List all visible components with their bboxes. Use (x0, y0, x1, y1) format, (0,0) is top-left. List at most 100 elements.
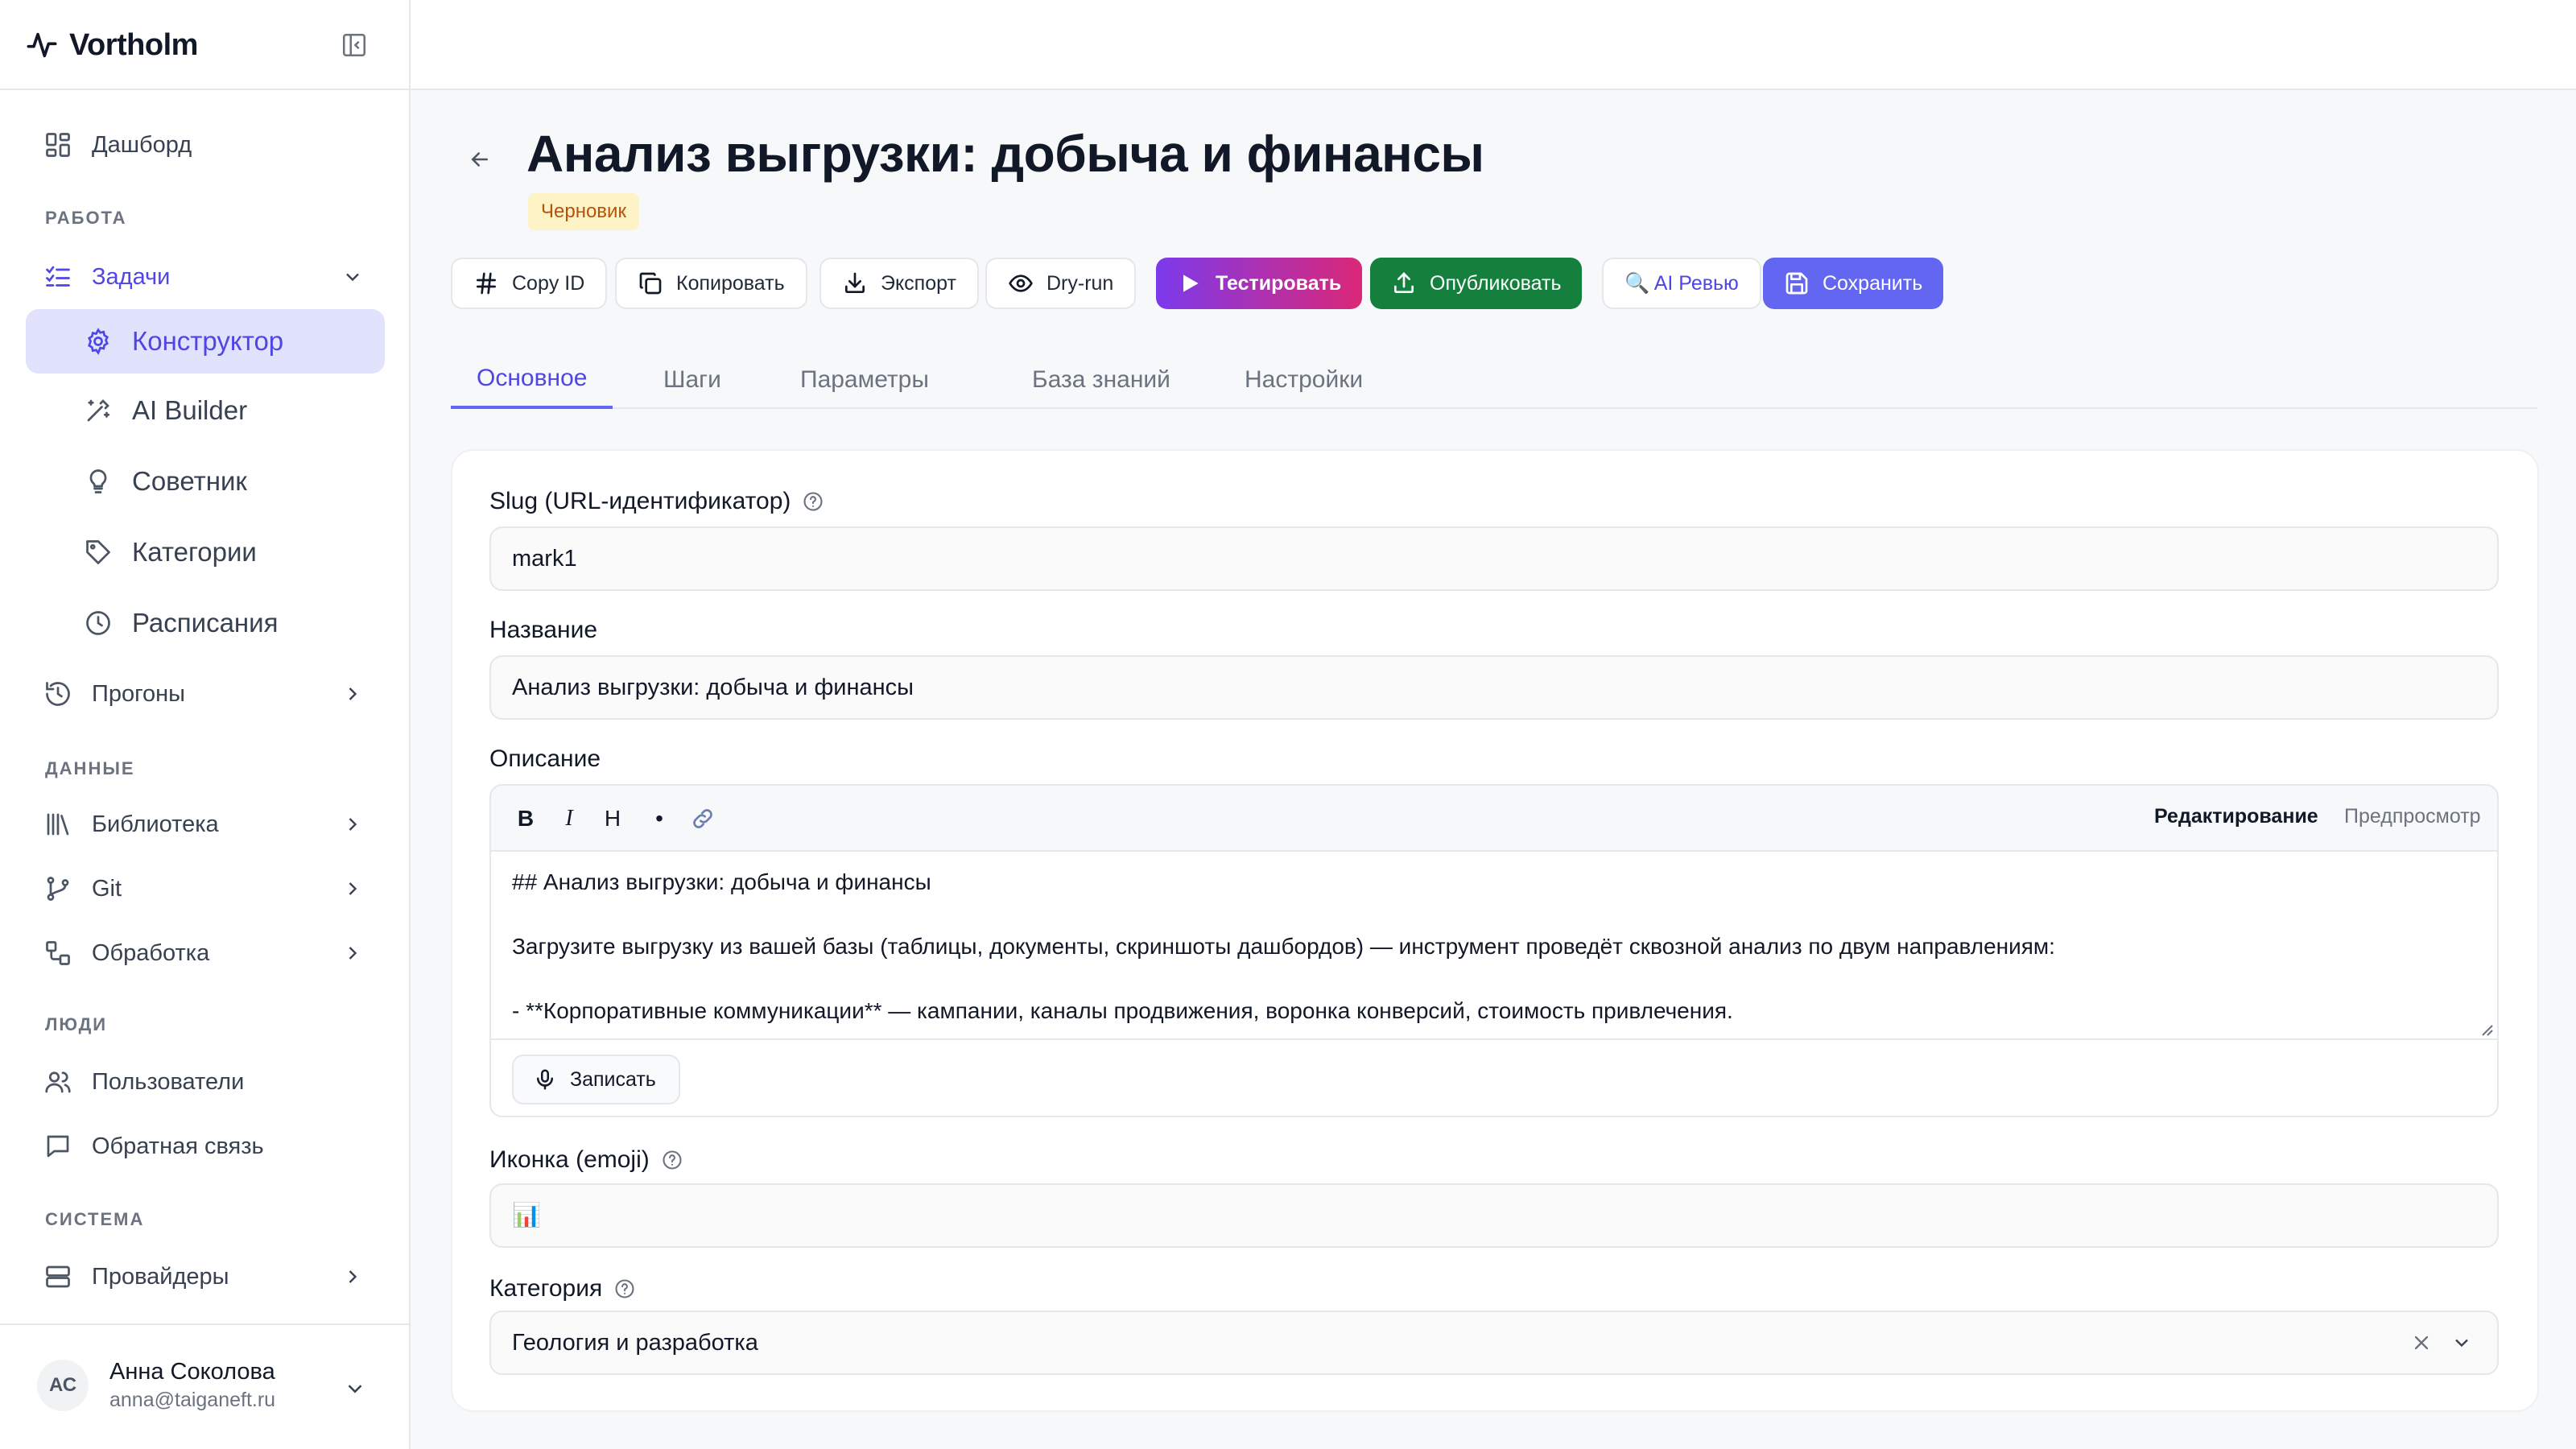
tab-steps[interactable]: Шаги (638, 351, 747, 409)
chevron-down-icon[interactable] (2450, 1331, 2473, 1354)
publish-button[interactable]: Опубликовать (1370, 258, 1583, 309)
section-label-work: РАБОТА (45, 208, 127, 228)
description-line: - **Корпоративные коммуникации** — кампа… (512, 998, 1733, 1023)
download-icon (845, 272, 865, 293)
section-label-people: ЛЮДИ (45, 1014, 108, 1034)
floppy-disk-icon (1785, 272, 1808, 295)
tab-parameters[interactable]: Параметры (774, 351, 955, 409)
users-icon (45, 1071, 71, 1093)
edit-mode-tab[interactable]: Редактирование (2154, 805, 2318, 828)
sidebar-item-label: Прогоны (92, 680, 186, 707)
slug-field[interactable]: mark1 (489, 526, 2499, 591)
chevron-right-icon (349, 882, 357, 895)
collapse-sidebar-button[interactable] (338, 29, 370, 61)
dashboard-icon (46, 133, 70, 157)
help-circle-icon[interactable] (661, 1149, 683, 1171)
ai-review-button[interactable]: 🔍 AI Ревью (1602, 258, 1761, 309)
italic-button[interactable]: I (549, 799, 589, 839)
sidebar-item-feedback[interactable]: Обратная связь (26, 1114, 385, 1179)
button-label: Записать (570, 1067, 656, 1091)
sidebar-item-label: Git (92, 875, 122, 902)
hash-icon (477, 272, 496, 295)
name-field[interactable]: Анализ выгрузки: добыча и финансы (489, 655, 2499, 720)
app-name: Vortholm (69, 27, 198, 62)
chat-bubble-icon (47, 1135, 69, 1158)
sidebar-item-advisor[interactable]: Советник (26, 449, 385, 514)
dry-run-button[interactable]: Dry-run (985, 258, 1137, 309)
sidebar-item-label: Пользователи (92, 1068, 245, 1095)
lightbulb-icon (89, 469, 107, 493)
sidebar-item-dashboard[interactable]: Дашборд (26, 113, 385, 177)
preview-mode-tab[interactable]: Предпросмотр (2344, 805, 2481, 828)
tab-bar: Основное Шаги Параметры База знаний Наст… (451, 351, 2537, 409)
magic-wand-icon (87, 399, 110, 422)
bullet-list-button[interactable]: • (639, 799, 679, 839)
test-button[interactable]: Тестировать (1156, 258, 1363, 309)
eye-icon (1009, 275, 1033, 292)
sidebar-item-schedules[interactable]: Расписания (26, 591, 385, 655)
user-menu[interactable]: АС Анна Соколова anna@taiganeft.ru (37, 1359, 275, 1412)
clear-icon[interactable] (2410, 1331, 2433, 1354)
icon-label: Иконка (emoji) (489, 1146, 683, 1174)
sidebar-item-git[interactable]: Git (26, 857, 385, 921)
chevron-down-icon (346, 273, 359, 282)
sidebar-item-users[interactable]: Пользователи (26, 1050, 385, 1114)
sidebar-item-categories[interactable]: Категории (26, 520, 385, 584)
heading-button[interactable]: H (592, 799, 633, 839)
sidebar-divider (0, 89, 409, 90)
sidebar-item-runs[interactable]: Прогоны (26, 662, 385, 726)
help-circle-icon[interactable] (613, 1278, 636, 1300)
field-label-text: Slug (URL-идентификатор) (489, 488, 791, 514)
sidebar-item-label: Провайдеры (92, 1263, 229, 1290)
record-button[interactable]: Записать (512, 1055, 680, 1104)
icon-emoji-field[interactable]: 📊 (489, 1183, 2499, 1248)
avatar: АС (37, 1360, 89, 1411)
description-textarea[interactable]: ## Анализ выгрузки: добыча и финансы Заг… (512, 852, 2476, 1037)
name-label: Название (489, 617, 597, 644)
sidebar-item-ai-builder[interactable]: AI Builder (26, 378, 385, 443)
description-line: Загрузите выгрузку из вашей базы (таблиц… (512, 934, 2055, 959)
sidebar-item-label: Конструктор (132, 326, 284, 356)
sidebar-item-constructor[interactable]: Конструктор (26, 309, 385, 374)
pulse-logo-icon (27, 32, 57, 58)
sidebar-item-label: Советник (132, 466, 247, 496)
tag-icon (86, 540, 110, 564)
category-value: Геология и разработка (512, 1329, 758, 1356)
bold-button[interactable]: B (506, 799, 546, 839)
user-name: Анна Соколова (109, 1359, 275, 1385)
button-label: Опубликовать (1430, 271, 1562, 295)
sidebar-item-library[interactable]: Библиотека (26, 792, 385, 857)
export-button[interactable]: Экспорт (819, 258, 979, 309)
copy-button[interactable]: Копировать (615, 258, 807, 309)
insert-link-button[interactable] (683, 799, 723, 839)
tab-settings[interactable]: Настройки (1219, 351, 1389, 409)
sidebar-item-tasks[interactable]: Задачи (26, 245, 385, 309)
select-actions (2410, 1331, 2473, 1354)
category-select[interactable]: Геология и разработка (489, 1311, 2499, 1375)
tab-knowledge-base[interactable]: База знаний (1006, 351, 1196, 409)
page-title: Анализ выгрузки: добыча и финансы (526, 125, 1484, 183)
section-label-system: СИСТЕМА (45, 1209, 145, 1229)
field-label-text: Категория (489, 1275, 603, 1302)
description-label: Описание (489, 745, 601, 773)
chevron-down-icon[interactable] (343, 1377, 367, 1401)
copy-icon (639, 272, 662, 295)
editor-divider (491, 1038, 2497, 1040)
sidebar-divider (0, 1323, 409, 1325)
resize-handle-icon[interactable] (2478, 1021, 2494, 1037)
sidebar-item-processing[interactable]: Обработка (26, 921, 385, 985)
copy-id-button[interactable]: Copy ID (451, 258, 608, 309)
back-button[interactable] (462, 142, 497, 177)
button-label: Сохранить (1823, 271, 1923, 295)
tab-main[interactable]: Основное (451, 351, 613, 409)
category-label: Категория (489, 1275, 636, 1302)
chevron-right-icon (349, 687, 357, 700)
sidebar-item-providers[interactable]: Провайдеры (26, 1245, 385, 1309)
sidebar-item-label: Обработка (92, 939, 210, 966)
git-branch-icon (47, 877, 69, 901)
brand[interactable]: Vortholm (26, 26, 198, 64)
help-circle-icon[interactable] (802, 490, 824, 513)
field-label-text: Название (489, 617, 598, 643)
button-label: Экспорт (881, 271, 956, 295)
save-button[interactable]: Сохранить (1763, 258, 1944, 309)
